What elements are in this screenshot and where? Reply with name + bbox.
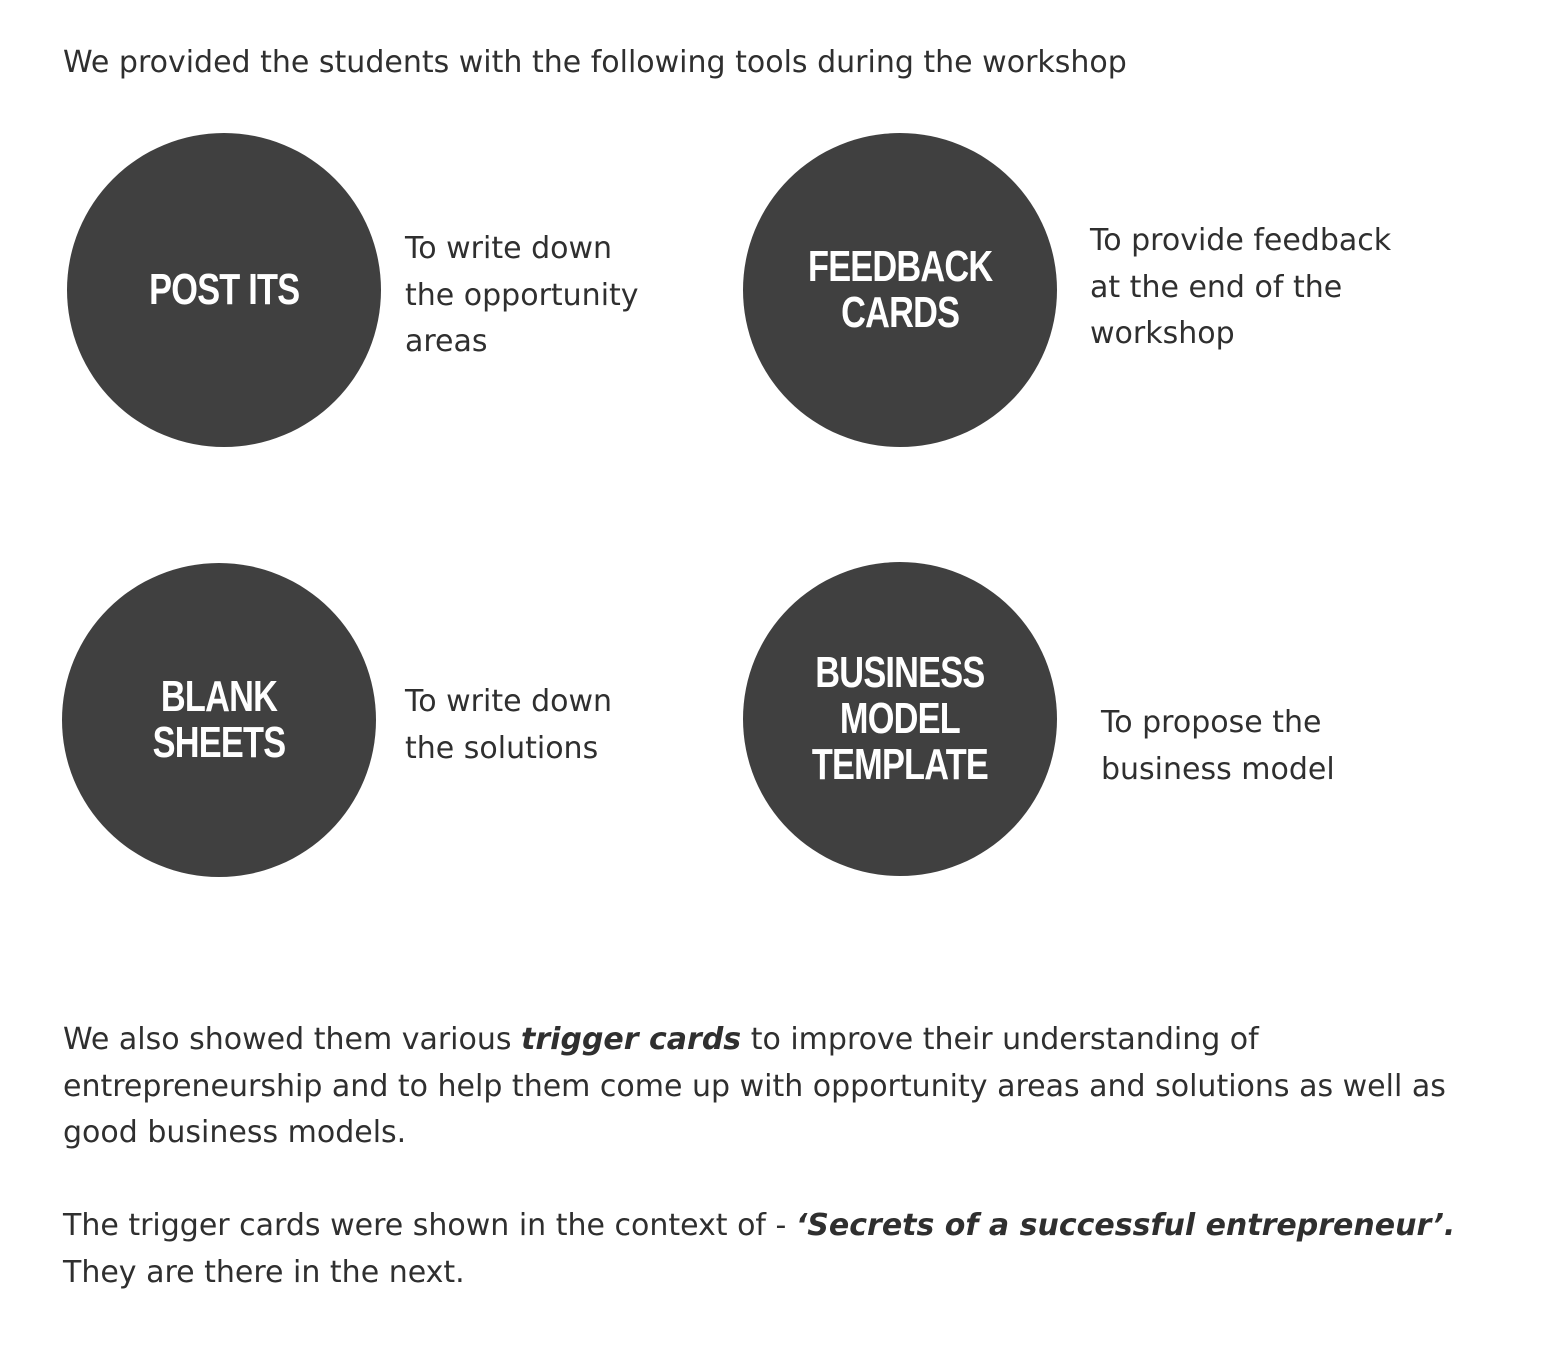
- blank-sheets-circle: BLANK SHEETS: [62, 563, 376, 877]
- post-its-description: To write down the opportunity areas: [405, 231, 639, 359]
- paragraph1-text-before: We also showed them various: [63, 1022, 522, 1057]
- post-its-label: POST ITS: [148, 265, 300, 314]
- business-model-template-label: BUSINESS MODEL TEMPLATE: [811, 648, 989, 789]
- feedback-cards-circle: FEEDBACK CARDS: [743, 133, 1057, 447]
- business-model-template-description: To propose the business model: [1101, 705, 1335, 787]
- blank-sheets-description: To write down the solutions: [405, 684, 613, 766]
- business-model-template-circle: BUSINESS MODEL TEMPLATE: [743, 562, 1057, 876]
- intro-heading: We provided the students with the follow…: [63, 45, 1127, 80]
- paragraph2-text-after: They are there in the next.: [63, 1254, 465, 1290]
- trigger-cards-emphasis: trigger cards: [521, 1022, 742, 1057]
- post-its-circle: POST ITS: [67, 133, 381, 447]
- feedback-cards-description: To provide feedback at the end of the wo…: [1090, 223, 1392, 351]
- secrets-emphasis: ‘Secrets of a successful entrepreneur’.: [795, 1208, 1456, 1243]
- trigger-cards-paragraph: We also showed them various trigger card…: [63, 1017, 1483, 1157]
- blank-sheets-label: BLANK SHEETS: [152, 672, 286, 767]
- feedback-cards-label: FEEDBACK CARDS: [807, 242, 993, 337]
- paragraph2-text-before: The trigger cards were shown in the cont…: [63, 1208, 796, 1243]
- context-paragraph: The trigger cards were shown in the cont…: [63, 1203, 1483, 1296]
